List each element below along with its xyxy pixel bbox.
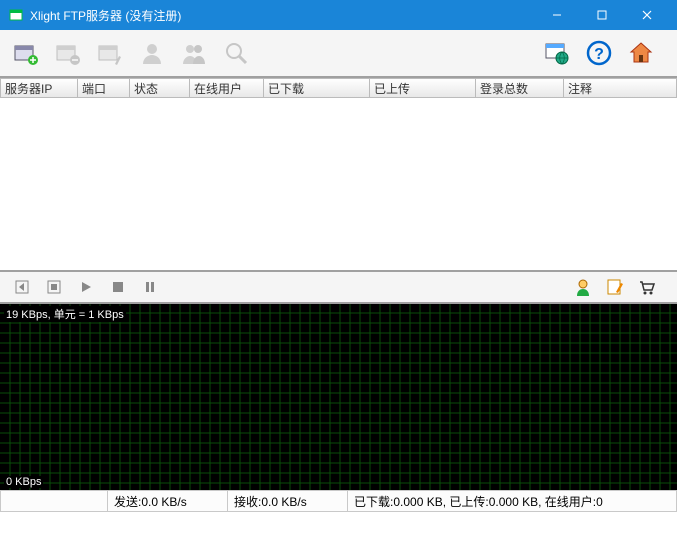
users-group-button[interactable] [178, 37, 210, 69]
status-bar: 发送:0.0 KB/s 接收:0.0 KB/s 已下载:0.000 KB, 已上… [0, 490, 677, 512]
chart-min-label: 0 KBps [4, 476, 43, 488]
col-login-total[interactable]: 登录总数 [476, 78, 564, 98]
stop-button[interactable] [42, 275, 66, 299]
edit-log-button[interactable] [603, 275, 627, 299]
window-title: Xlight FTP服务器 (没有注册) [30, 7, 534, 24]
svg-text:?: ? [594, 46, 604, 63]
play-button[interactable] [74, 275, 98, 299]
skip-back-button[interactable] [10, 275, 34, 299]
app-icon [8, 7, 24, 23]
pause-button[interactable] [138, 275, 162, 299]
server-table: 服务器IP 端口 状态 在线用户 已下载 已上传 登录总数 注释 [0, 78, 677, 270]
main-toolbar: ? [0, 30, 677, 78]
server-settings-button[interactable] [94, 37, 126, 69]
chart-grid [0, 304, 677, 490]
status-totals: 已下载:0.000 KB, 已上传:0.000 KB, 在线用户:0 [348, 490, 677, 512]
table-header: 服务器IP 端口 状态 在线用户 已下载 已上传 登录总数 注释 [0, 78, 677, 98]
bandwidth-chart: 19 KBps, 单元 = 1 KBps 0 KBps [0, 304, 677, 490]
col-online-users[interactable]: 在线用户 [190, 78, 264, 98]
cart-icon[interactable] [635, 275, 659, 299]
stop-solid-button[interactable] [106, 275, 130, 299]
col-server-ip[interactable]: 服务器IP [0, 78, 78, 98]
table-body[interactable] [0, 98, 677, 270]
add-server-button[interactable] [10, 37, 42, 69]
user-button[interactable] [136, 37, 168, 69]
playback-toolbar [0, 270, 677, 304]
status-blank [0, 490, 108, 512]
col-status[interactable]: 状态 [130, 78, 190, 98]
status-send: 发送:0.0 KB/s [108, 490, 228, 512]
search-button[interactable] [220, 37, 252, 69]
maximize-button[interactable] [579, 0, 624, 30]
online-user-icon[interactable] [571, 275, 595, 299]
help-button[interactable]: ? [583, 37, 615, 69]
chart-max-label: 19 KBps, 单元 = 1 KBps [4, 306, 126, 322]
close-button[interactable] [624, 0, 669, 30]
home-button[interactable] [625, 37, 657, 69]
col-downloaded[interactable]: 已下载 [264, 78, 370, 98]
minimize-button[interactable] [534, 0, 579, 30]
status-recv: 接收:0.0 KB/s [228, 490, 348, 512]
col-port[interactable]: 端口 [78, 78, 130, 98]
col-comment[interactable]: 注释 [564, 78, 677, 98]
global-settings-button[interactable] [541, 37, 573, 69]
col-uploaded[interactable]: 已上传 [370, 78, 476, 98]
titlebar: Xlight FTP服务器 (没有注册) [0, 0, 677, 30]
remove-server-button[interactable] [52, 37, 84, 69]
